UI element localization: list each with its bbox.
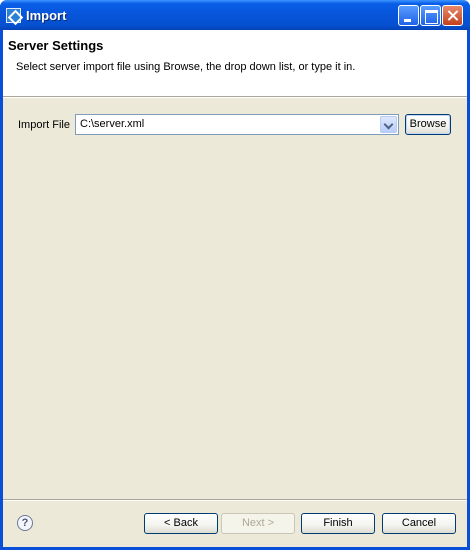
chevron-down-icon[interactable] [380,116,397,133]
wizard-header: Server Settings Select server import fil… [3,30,467,96]
title-bar[interactable]: Import [0,0,470,30]
import-dialog: Import Server Settings Select server imp… [0,0,470,550]
back-button[interactable]: < Back [144,513,218,534]
header-divider-highlight [3,97,467,98]
import-file-value[interactable]: C:\server.xml [80,118,144,130]
maximize-button[interactable] [420,5,441,26]
minimize-button[interactable] [398,5,419,26]
page-title: Server Settings [8,38,104,53]
browse-button[interactable]: Browse [405,114,451,135]
app-icon [6,8,21,23]
finish-button[interactable]: Finish [301,513,375,534]
help-icon[interactable]: ? [17,515,33,531]
next-button[interactable]: Next > [221,513,295,534]
close-button[interactable] [442,5,463,26]
cancel-button[interactable]: Cancel [382,513,456,534]
footer-divider-highlight [3,500,467,501]
window-title: Import [26,8,67,23]
page-description: Select server import file using Browse, … [16,61,356,73]
import-file-label: Import File [18,119,70,131]
dialog-body: Server Settings Select server import fil… [3,30,467,547]
import-file-combo[interactable]: C:\server.xml [75,114,399,135]
